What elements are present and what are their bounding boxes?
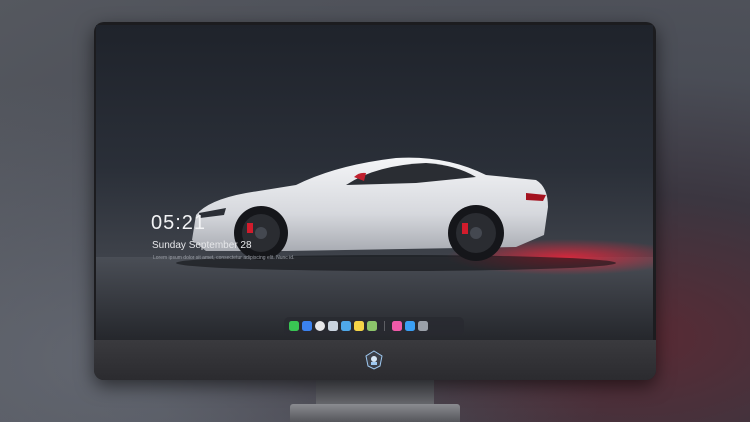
lockscreen-date: Sunday September 28	[152, 240, 252, 251]
preview-icon[interactable]	[328, 321, 338, 331]
notes-icon[interactable]	[354, 321, 364, 331]
dock	[284, 317, 464, 335]
lockscreen-clock: 05:21	[151, 212, 207, 234]
app-store-icon[interactable]	[405, 321, 415, 331]
car-wallpaper	[96, 157, 653, 340]
monitor-stand-neck	[316, 380, 434, 406]
dock-separator	[384, 321, 385, 331]
logo-icon	[365, 350, 383, 370]
music-icon[interactable]	[392, 321, 402, 331]
lockscreen-note: Lorem ipsum dolor sit amet, consectetur …	[153, 255, 295, 261]
photos-icon[interactable]	[367, 321, 377, 331]
finder-icon[interactable]	[302, 321, 312, 331]
safari-icon[interactable]	[315, 321, 325, 331]
trash-icon[interactable]	[418, 321, 428, 331]
clapper-icon[interactable]	[341, 321, 351, 331]
monitor-stand-foot	[290, 404, 460, 422]
desktop-screen: 05:21 Sunday September 28 Lorem ipsum do…	[96, 25, 653, 340]
messages-icon[interactable]	[289, 321, 299, 331]
